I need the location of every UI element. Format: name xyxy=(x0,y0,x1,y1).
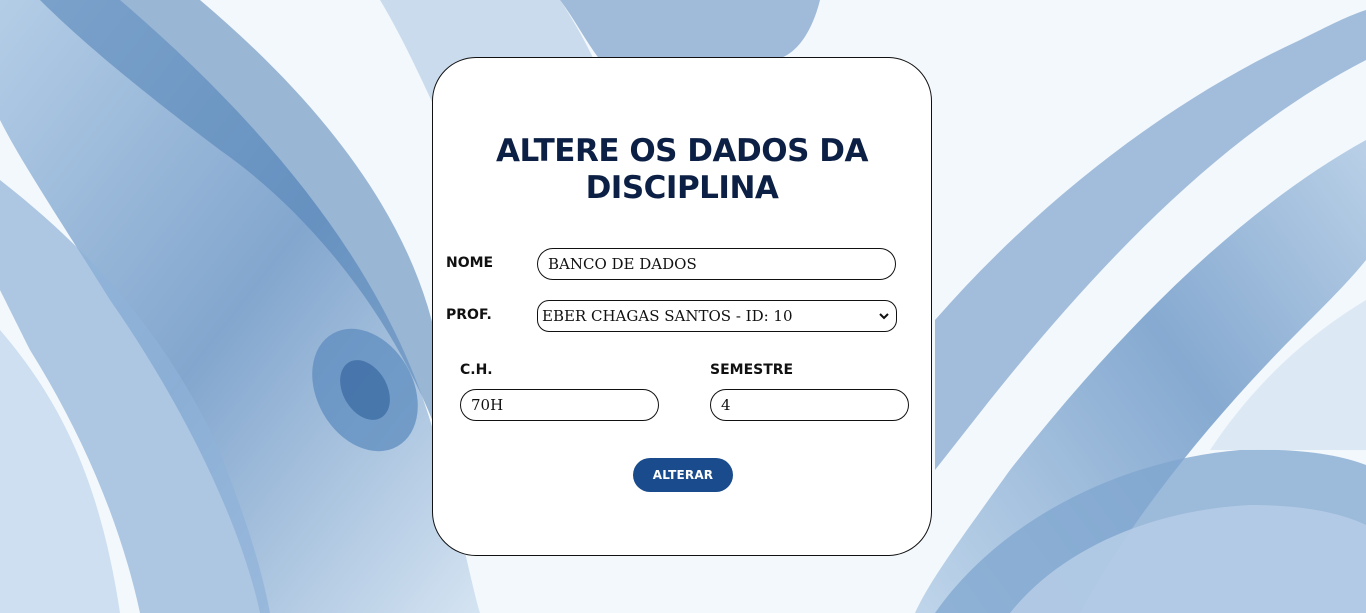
semestre-label: SEMESTRE xyxy=(710,362,794,378)
edit-discipline-card: ALTERE OS DADOS DA DISCIPLINA NOME PROF.… xyxy=(432,57,932,556)
prof-select[interactable]: EBER CHAGAS SANTOS - ID: 10 xyxy=(537,300,897,332)
page-title-line-1: ALTERE OS DADOS DA xyxy=(496,133,868,169)
ch-label: C.H. xyxy=(460,362,493,378)
page-title-line-2: DISCIPLINA xyxy=(585,170,779,206)
semestre-input[interactable] xyxy=(710,389,909,421)
ch-input[interactable] xyxy=(460,389,659,421)
prof-select-value: EBER CHAGAS SANTOS - ID: 10 xyxy=(542,307,793,325)
nome-label: NOME xyxy=(446,255,494,271)
page-title: ALTERE OS DADOS DA DISCIPLINA xyxy=(433,133,931,207)
chevron-down-icon xyxy=(879,313,889,320)
nome-input[interactable] xyxy=(537,248,896,280)
prof-label: PROF. xyxy=(446,307,492,323)
alterar-button[interactable]: ALTERAR xyxy=(633,458,733,492)
